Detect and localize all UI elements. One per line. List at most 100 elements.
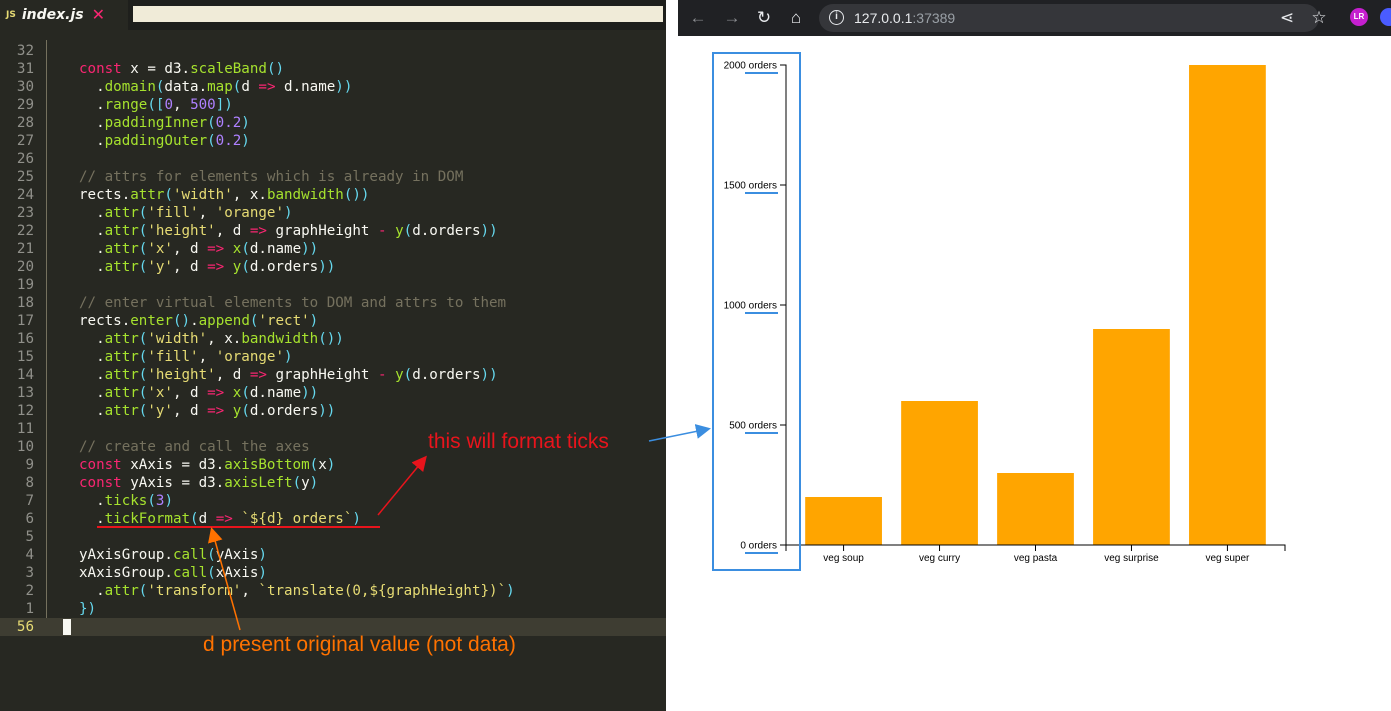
line-number: 3 [25,565,34,581]
code-token: ( [147,493,156,509]
code-line[interactable]: 9 const xAxis = d3.axisBottom(x) [0,456,666,474]
line-number: 19 [16,277,34,293]
code-token: ) [309,475,319,491]
url-text[interactable]: 127.0.0.1:37389 [854,10,955,26]
code-token: y [395,367,404,383]
code-line[interactable]: 29 .range([0, 500]) [0,96,666,114]
line-number: 9 [25,457,34,473]
code-line[interactable]: 1}) [0,600,666,618]
tab-bar-empty-area [133,6,663,22]
code-line[interactable]: 8 const yAxis = d3.axisLeft(y) [0,474,666,492]
bar-veg-surprise [1093,329,1170,545]
code-line[interactable]: 20 .attr('y', d => y(d.orders)) [0,258,666,276]
code-line[interactable]: 31 const x = d3.scaleBand() [0,60,666,78]
code-line[interactable]: 6 .tickFormat(d => `${d} orders`) [0,510,666,528]
tab-index-js[interactable]: JS index.js ✕ [0,0,128,30]
code-token: attr [104,223,139,239]
code-token: => [207,403,225,419]
code-token: d.name [275,79,336,95]
back-icon[interactable]: ← [686,6,710,30]
code-token: xAxis = d3. [121,457,225,473]
code-token: ) [506,583,515,599]
code-token: map [207,79,233,95]
code-line[interactable]: 5 [0,528,666,546]
line-number: 21 [16,241,34,257]
code-line[interactable]: 19 [0,276,666,294]
extension-icon[interactable] [1380,8,1391,26]
code-line[interactable]: 24 rects.attr('width', x.bandwidth()) [0,186,666,204]
code-token: 'orange' [215,205,285,221]
code-token: ( [190,511,199,527]
code-token: , x. [232,187,267,203]
share-icon[interactable]: ⋖ [1275,6,1299,30]
code-token: range [104,97,148,113]
code-line[interactable]: 26 [0,150,666,168]
code-token: . [190,313,199,329]
code-token: . [79,115,105,131]
code-token: bandwidth [241,331,319,347]
code-token: attr [104,385,139,401]
code-token: call [172,565,208,581]
code-token: rects. [79,313,131,329]
code-token: , d [172,385,208,401]
code-line[interactable]: 28 .paddingInner(0.2) [0,114,666,132]
x-tick-label: veg pasta [1014,553,1058,564]
bar-veg-super [1189,65,1266,545]
code-line[interactable]: 2 .attr('transform', `translate(0,${grap… [0,582,666,600]
bar-veg-soup [805,497,882,545]
code-line[interactable]: 25 // attrs for elements which is already… [0,168,666,186]
bookmark-star-icon[interactable]: ☆ [1307,6,1331,30]
code-token: , d [215,367,250,383]
code-token: yAxis [215,547,259,563]
code-line[interactable]: 4 yAxisGroup.call(yAxis) [0,546,666,564]
code-token: ( [207,115,216,131]
code-token: `${d} orders` [241,511,353,527]
code-line[interactable]: 13 .attr('x', d => x(d.name)) [0,384,666,402]
code-token: . [79,367,105,383]
code-line[interactable]: 22 .attr('height', d => graphHeight - y(… [0,222,666,240]
line-number: 29 [16,97,34,113]
extension-lr-icon[interactable]: LR [1350,8,1368,26]
line-number: 26 [16,151,34,167]
x-tick-label: veg soup [823,553,864,564]
code-token: . [79,259,105,275]
code-token: 'width' [172,187,233,203]
code-token: )) [318,403,336,419]
code-line[interactable]: 17 rects.enter().append('rect') [0,312,666,330]
info-icon[interactable]: i [829,10,844,25]
code-token: . [79,205,105,221]
code-line[interactable]: 27 .paddingOuter(0.2) [0,132,666,150]
code-area[interactable]: 32 31 const x = d3.scaleBand() 30 .domain(d… [0,42,666,636]
code-line[interactable]: 3 xAxisGroup.call(xAxis) [0,564,666,582]
code-line[interactable]: 32 [0,42,666,60]
code-token: ( [241,241,250,257]
home-icon[interactable]: ⌂ [784,6,808,30]
code-token: 'x' [147,241,173,257]
close-icon[interactable]: ✕ [92,5,105,25]
line-number: 4 [25,547,34,563]
code-line[interactable]: 14 .attr('height', d => graphHeight - y(… [0,366,666,384]
code-line[interactable]: 30 .domain(data.map(d => d.name)) [0,78,666,96]
address-bar[interactable]: i 127.0.0.1:37389 [819,4,1319,32]
code-line[interactable]: 7 .ticks(3) [0,492,666,510]
y-tick-label: 2000 orders [724,61,777,72]
code-token: ) [326,457,336,473]
code-token: data. [164,79,208,95]
code-line[interactable]: 23 .attr('fill', 'orange') [0,204,666,222]
code-line[interactable]: 12 .attr('y', d => y(d.orders)) [0,402,666,420]
ticks-annotation: this will format ticks [428,430,609,453]
code-line[interactable]: 21 .attr('x', d => x(d.name)) [0,240,666,258]
x-tick-label: veg super [1205,553,1250,564]
forward-icon[interactable]: → [720,6,744,30]
reload-icon[interactable]: ↻ [752,6,776,30]
code-editor[interactable]: JS index.js ✕ 32 31 const x = d3.scaleBand… [0,0,666,711]
code-token: attr [104,259,139,275]
code-line[interactable]: 18 // enter virtual elements to DOM and a… [0,294,666,312]
browser-window: ← → ↻ ⌂ i 127.0.0.1:37389 ⋖ ☆ LR veg sou… [678,0,1391,711]
code-token: , x. [207,331,242,347]
code-line[interactable]: 15 .attr('fill', 'orange') [0,348,666,366]
line-number: 17 [16,313,34,329]
line-number: 15 [16,349,34,365]
code-line[interactable]: 16 .attr('width', x.bandwidth()) [0,330,666,348]
